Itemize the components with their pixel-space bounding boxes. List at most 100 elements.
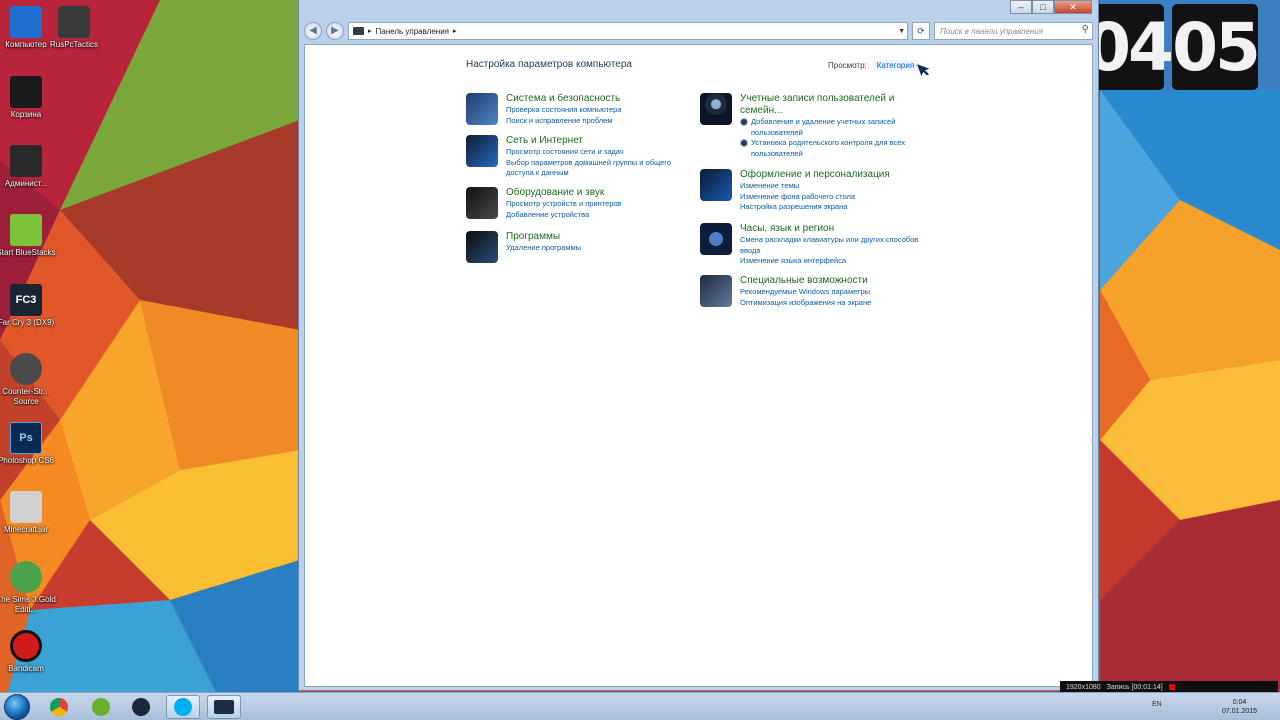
start-button[interactable] <box>4 694 30 720</box>
category-title[interactable]: Специальные возможности <box>740 275 930 287</box>
address-bar[interactable]: ▸ Панель управления ▸ ▼ <box>348 22 908 40</box>
programs-icon[interactable] <box>466 231 498 263</box>
category-title[interactable]: Часы, язык и регион <box>740 223 930 235</box>
category-sublink[interactable]: Добавление и удаление учетных записей по… <box>740 117 930 138</box>
monitor-icon[interactable] <box>700 169 732 201</box>
shield-icon <box>740 118 748 126</box>
control-panel-taskbar-button[interactable] <box>207 695 241 719</box>
category-link[interactable]: Изменение языка интерфейса <box>740 256 930 267</box>
category-link[interactable]: Добавление устройства <box>506 210 696 221</box>
desktop-icon-ruspctactics[interactable]: RusPcTactics <box>48 6 100 50</box>
system-clock[interactable]: 0:04 07.01.2015 <box>1222 698 1257 716</box>
minecraft-icon <box>10 491 42 523</box>
category-link[interactable]: Настройка разрешения экрана <box>740 202 930 213</box>
minimize-button[interactable]: – <box>1010 0 1032 14</box>
skype-icon <box>174 698 192 716</box>
maximize-button[interactable]: □ <box>1032 0 1054 14</box>
recycle-bin-icon <box>10 76 42 108</box>
category-title[interactable]: Учетные записи пользователей и семейн... <box>740 93 910 117</box>
category-link[interactable]: Изменение темы <box>740 181 930 192</box>
category-appearance: Оформление и персонализация Изменение те… <box>700 169 930 213</box>
back-button[interactable]: ◀ <box>304 22 322 40</box>
category-link[interactable]: Просмотр устройств и принтеров <box>506 199 696 210</box>
steam-taskbar-button[interactable] <box>124 695 158 719</box>
search-icon[interactable]: ⚲ <box>1082 24 1089 35</box>
category-link[interactable]: Оптимизация изображения на экране <box>740 298 930 309</box>
category-link[interactable]: Выбор параметров домашней группы и общег… <box>506 158 696 179</box>
bandicam-icon <box>10 630 42 662</box>
shield-computer-icon[interactable] <box>466 93 498 125</box>
control-panel-crumb-icon <box>353 27 364 35</box>
utorrent-icon <box>92 698 110 716</box>
clock-widget: 04 05 <box>1085 4 1261 90</box>
address-row: ◀ ▶ ▸ Панель управления ▸ ▼ ⟳ Поиск в па… <box>304 21 1093 41</box>
farcry-icon: FC3 <box>10 284 42 316</box>
breadcrumb-chevron-icon[interactable]: ▸ <box>453 27 457 35</box>
category-link[interactable]: Поиск и исправление проблем <box>506 116 696 127</box>
view-by-label: Просмотр: <box>828 61 867 70</box>
printer-icon[interactable] <box>466 187 498 219</box>
desktop-icons: Компьютер RusPcTactics Корзина Админист.… <box>0 0 105 690</box>
system-time: 0:04 <box>1232 699 1247 706</box>
category-title[interactable]: Программы <box>506 231 696 243</box>
photoshop-icon: Ps <box>10 422 42 454</box>
network-icon[interactable] <box>466 135 498 167</box>
category-link[interactable]: Смена раскладки клавиатуры или других сп… <box>740 235 930 256</box>
recorder-resolution: 1920x1080 <box>1066 683 1101 691</box>
content-pane: Настройка параметров компьютера Просмотр… <box>304 44 1093 687</box>
utorrent-taskbar-button[interactable] <box>84 695 118 719</box>
globe-clock-icon[interactable] <box>700 223 732 255</box>
skype-taskbar-button[interactable] <box>166 695 200 719</box>
taskbar: EN 0:04 07.01.2015 <box>0 692 1280 720</box>
chrome-taskbar-button[interactable] <box>42 695 76 719</box>
category-title[interactable]: Оборудование и звук <box>506 187 696 199</box>
bluestacks-icon <box>10 214 42 246</box>
refresh-button[interactable]: ⟳ <box>912 22 930 40</box>
category-sublink[interactable]: Установка родительского контроля для все… <box>740 138 930 159</box>
counter-strike-icon <box>10 353 42 385</box>
window-controls: – □ ✕ <box>1010 0 1092 14</box>
desktop-icon-minecraft[interactable]: Minecraft.jar <box>0 491 52 535</box>
breadcrumb-control-panel[interactable]: Панель управления <box>376 27 450 36</box>
desktop-icon-admin[interactable]: Админист... <box>0 145 52 189</box>
category-programs: Программы Удаление программы <box>466 231 696 263</box>
category-link[interactable]: Удаление программы <box>506 243 696 254</box>
chrome-icon <box>50 698 68 716</box>
clock-minutes: 05 <box>1172 4 1261 90</box>
shield-icon <box>740 139 748 147</box>
close-button[interactable]: ✕ <box>1054 0 1092 14</box>
desktop-icon-counter-strike[interactable]: Counter-Str... Source <box>0 353 52 407</box>
address-dropdown-icon[interactable]: ▼ <box>898 28 905 35</box>
language-indicator[interactable]: EN <box>1152 701 1162 708</box>
desktop-icon-bluestacks[interactable]: Start BlueStacks <box>0 214 56 258</box>
search-placeholder: Поиск в панели управления <box>940 26 1044 36</box>
desktop-icon-farcry3[interactable]: FC3 Far Cry 3 (DX9) <box>0 284 54 328</box>
page-title: Настройка параметров компьютера <box>466 59 632 70</box>
computer-icon <box>10 6 42 38</box>
forward-button[interactable]: ▶ <box>326 22 344 40</box>
category-link[interactable]: Проверка состояния компьютера <box>506 105 696 116</box>
category-link[interactable]: Изменение фона рабочего стола <box>740 192 930 203</box>
desktop-icon-recycle-bin[interactable]: Корзина <box>0 76 52 120</box>
category-user-accounts: Учетные записи пользователей и семейн...… <box>700 93 930 159</box>
category-link[interactable]: Рекомендуемые Windows параметры <box>740 287 930 298</box>
category-title[interactable]: Сеть и Интернет <box>506 135 696 147</box>
category-link[interactable]: Просмотр состояния сети и задач <box>506 147 696 158</box>
category-title[interactable]: Система и безопасность <box>506 93 696 105</box>
control-panel-icon <box>214 700 234 714</box>
clock-hours: 04 <box>1085 4 1174 90</box>
desktop-icon-sims3[interactable]: The Sims 3.Gold Editi... <box>0 561 56 615</box>
record-stop-icon[interactable] <box>1168 684 1175 690</box>
breadcrumb-separator-icon: ▸ <box>368 28 372 35</box>
desktop-icon-photoshop[interactable]: Ps Photoshop CS6 <box>0 422 54 466</box>
view-by-dropdown[interactable]: Категория <box>872 60 919 71</box>
users-icon[interactable] <box>700 93 732 125</box>
category-system-security: Система и безопасность Проверка состояни… <box>466 93 696 126</box>
system-date: 07.01.2015 <box>1222 708 1258 715</box>
desktop-icon-bandicam[interactable]: Bandicam <box>0 630 52 674</box>
accessibility-icon[interactable] <box>700 275 732 307</box>
category-clock-language: Часы, язык и регион Смена раскладки клав… <box>700 223 930 267</box>
app-icon <box>58 6 90 38</box>
category-title[interactable]: Оформление и персонализация <box>740 169 930 181</box>
search-input[interactable]: Поиск в панели управления ⚲ <box>934 22 1093 40</box>
